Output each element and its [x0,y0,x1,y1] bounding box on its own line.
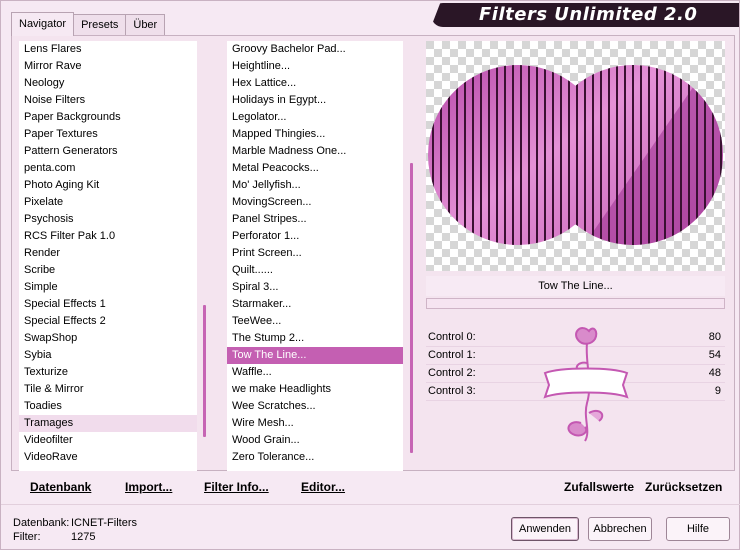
tab-bar: Navigator Presets Über [11,12,166,36]
category-list-item[interactable]: Videofilter [19,432,197,449]
tab-presets[interactable]: Presets [73,14,127,36]
cancel-button[interactable]: Abbrechen [588,517,652,541]
filter-list-item[interactable]: Tow The Line... [227,347,403,364]
filter-list-item[interactable]: Wee Scratches... [227,398,403,415]
category-list-item[interactable]: Special Effects 2 [19,313,197,330]
filter-list-item[interactable]: TeeWee... [227,313,403,330]
category-scrollbar[interactable] [203,305,206,437]
filter-list-item[interactable]: Zero Tolerance... [227,449,403,466]
filter-list-item[interactable]: Perforator 1... [227,228,403,245]
filter-list-item[interactable]: Holidays in Egypt... [227,92,403,109]
random-values-button[interactable]: Zufallswerte [564,480,634,494]
filter-list-item[interactable]: we make Headlights [227,381,403,398]
category-list-item[interactable]: Tramages [19,415,197,432]
filter-list-item[interactable]: Print Screen... [227,245,403,262]
tab-about[interactable]: Über [125,14,166,36]
category-list-item[interactable]: Simple [19,279,197,296]
filter-list-item[interactable]: Legolator... [227,109,403,126]
progress-bar [426,298,725,309]
control-0-label: Control 0: [428,331,476,343]
category-list-item[interactable]: Noise Filters [19,92,197,109]
filter-list[interactable]: Groovy Bachelor Pad... Heightline... Hex L… [227,41,403,471]
filter-info-button[interactable]: Filter Info... [204,480,269,494]
control-1-value: 54 [708,349,721,361]
category-list-item[interactable]: Pixelate [19,194,197,211]
reset-button[interactable]: Zurücksetzen [645,480,722,494]
category-list-item[interactable]: RCS Filter Pak 1.0 [19,228,197,245]
filter-list-item[interactable]: Marble Madness One... [227,143,403,160]
status-database-value: ICNET-Filters [71,517,137,529]
category-list-item[interactable]: Paper Backgrounds [19,109,197,126]
filter-list-item[interactable]: Quilt...... [227,262,403,279]
category-list-item[interactable]: Paper Textures [19,126,197,143]
filter-list-item[interactable]: Heightline... [227,58,403,75]
apply-button[interactable]: Anwenden [511,517,579,541]
control-3-value: 9 [714,385,721,397]
category-list-item[interactable]: Pattern Generators [19,143,197,160]
category-list-item[interactable]: Lens Flares [19,41,197,58]
help-button[interactable]: Hilfe [666,517,730,541]
status-area: Datenbank: ICNET-Filters Filter: 1275 [13,516,137,544]
status-filter-count: 1275 [71,531,96,543]
filter-list-item[interactable]: Mapped Thingies... [227,126,403,143]
filter-list-item[interactable]: Starmaker... [227,296,403,313]
category-list-item[interactable]: Mirror Rave [19,58,197,75]
filter-list-item[interactable]: MovingScreen... [227,194,403,211]
control-0-value: 80 [708,331,721,343]
filter-list-item[interactable]: Metal Peacocks... [227,160,403,177]
category-list-item[interactable]: Texturize [19,364,197,381]
control-2-label: Control 2: [428,367,476,379]
controls-panel: Control 0: 80 Control 1: 54 Control 2: 4… [426,327,725,471]
tab-navigator[interactable]: Navigator [11,12,75,36]
filter-list-item[interactable]: Mo' Jellyfish... [227,177,403,194]
status-database-label: Datenbank: [13,517,70,529]
selected-filter-name: Tow The Line... [426,276,725,296]
category-list-item[interactable]: Toadies [19,398,197,415]
category-list-item[interactable]: Render [19,245,197,262]
filter-list-item[interactable]: Panel Stripes... [227,211,403,228]
category-list-item[interactable]: Special Effects 1 [19,296,197,313]
category-list-item[interactable]: Neology [19,75,197,92]
window-title: Filters Unlimited 2.0 [479,4,698,25]
category-list-item[interactable]: Tile & Mirror [19,381,197,398]
category-list-item[interactable]: Scribe [19,262,197,279]
category-list-item[interactable]: Sybia [19,347,197,364]
category-list-item[interactable]: VideoRave [19,449,197,466]
control-3-label: Control 3: [428,385,476,397]
control-1-label: Control 1: [428,349,476,361]
filter-scrollbar[interactable] [410,163,413,453]
filters-unlimited-window: Filters Unlimited 2.0 Navigator Presets … [0,0,740,550]
category-list-item[interactable]: SwapShop [19,330,197,347]
filter-list-item[interactable]: Waffle... [227,364,403,381]
preview-image [426,41,725,271]
database-button[interactable]: Datenbank [30,480,91,494]
preview-pane [426,41,725,271]
status-filter-label: Filter: [13,531,41,543]
filter-list-item[interactable]: Wood Grain... [227,432,403,449]
editor-button[interactable]: Editor... [301,480,345,494]
category-list[interactable]: Lens Flares Mirror Rave Neology Noise Filte… [19,41,197,471]
filter-list-item[interactable]: The Stump 2... [227,330,403,347]
filter-list-item[interactable]: Hex Lattice... [227,75,403,92]
import-button[interactable]: Import... [125,480,172,494]
control-2-value: 48 [708,367,721,379]
category-list-item[interactable]: Photo Aging Kit [19,177,197,194]
watermark-logo [543,327,629,442]
category-list-item[interactable]: penta.com [19,160,197,177]
filter-list-item[interactable]: Spiral 3... [227,279,403,296]
category-list-item[interactable]: Psychosis [19,211,197,228]
filter-list-item[interactable]: Groovy Bachelor Pad... [227,41,403,58]
filter-list-item[interactable]: Wire Mesh... [227,415,403,432]
